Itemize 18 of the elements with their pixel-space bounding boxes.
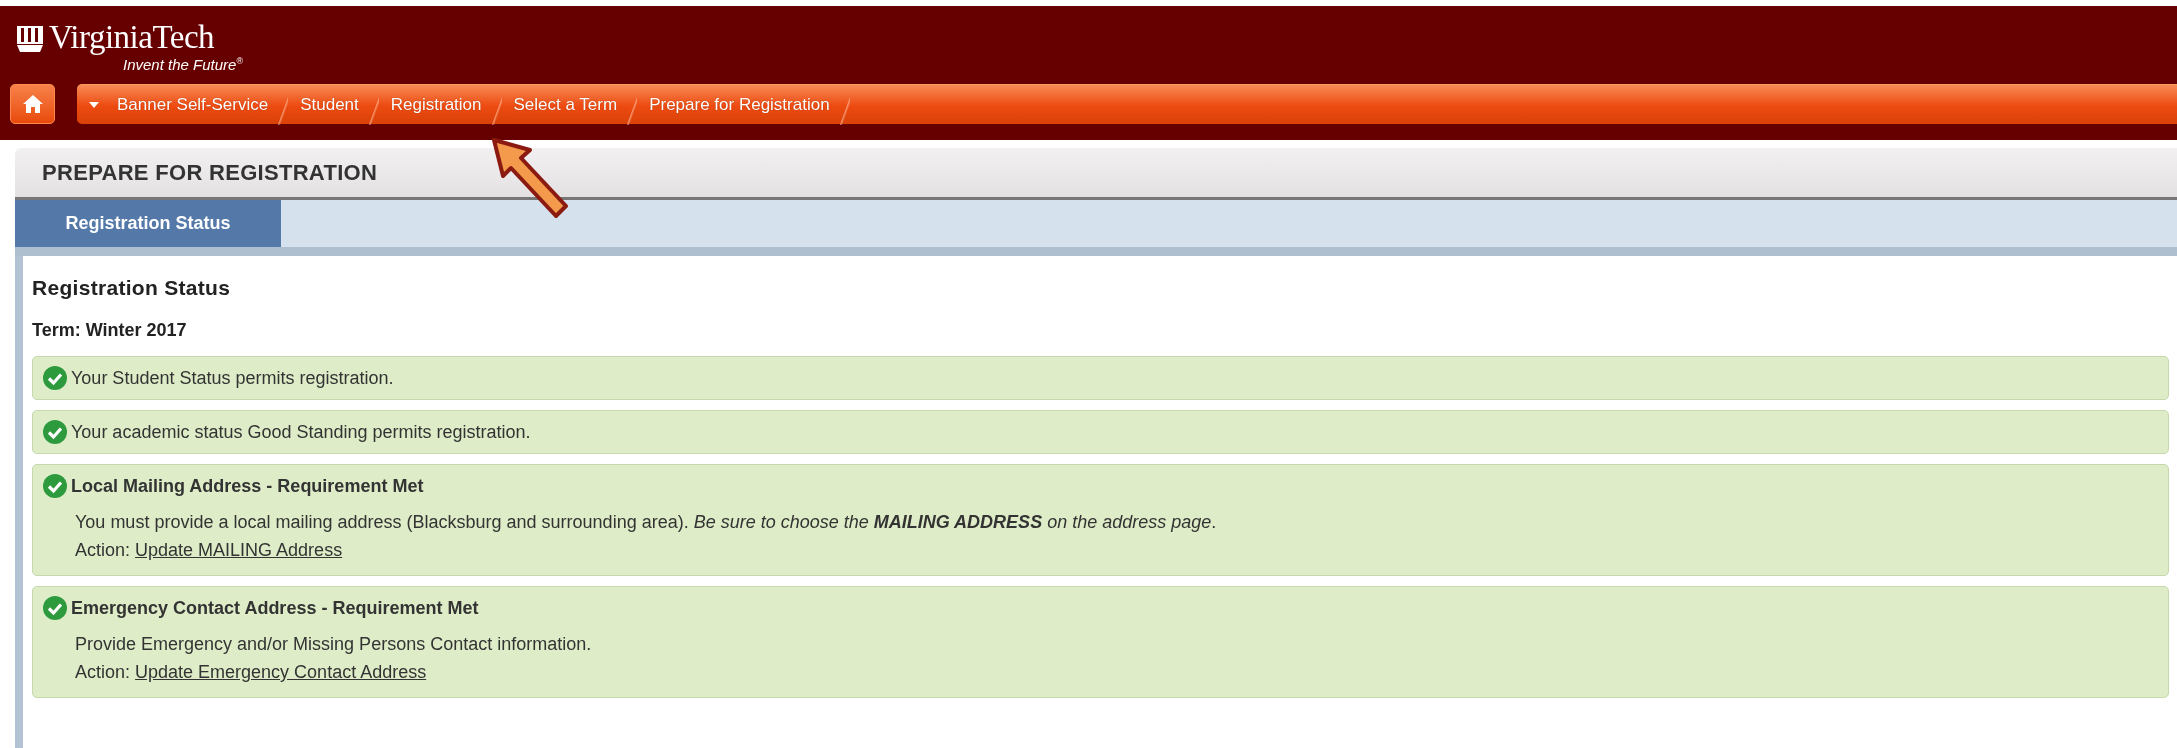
action-link[interactable]: Update MAILING Address — [135, 540, 343, 561]
section-heading: Registration Status — [32, 276, 232, 300]
status-message: Your Student Status permits registration. — [71, 367, 394, 389]
term-label: Term: Winter 2017 — [32, 320, 188, 341]
action-label: Action: — [75, 540, 131, 561]
logo: VirginiaTech Invent the Future$^{®}$ — [15, 20, 244, 72]
action-link[interactable]: Update Emergency Contact Address — [135, 662, 427, 683]
requirement-title: Local Mailing Address - Requirement Met — [71, 475, 424, 497]
tab[interactable]: Registration Status — [15, 200, 281, 247]
page-title: PREPARE FOR REGISTRATION — [42, 159, 378, 186]
home-icon — [21, 94, 44, 114]
requirement-description: You must provide a local mailing address (Blacksburg and surrounding area). Be sure to choose the MAILING ADDRESS on the address page. — [75, 512, 1218, 533]
requirement-description: Provide Emergency and/or Missing Persons Contact information. — [75, 634, 593, 655]
caret-icon[interactable] — [89, 101, 99, 108]
home-button[interactable] — [10, 84, 55, 124]
action-label: Action: — [75, 662, 131, 683]
requirement-title: Emergency Contact Address - Requirement Met — [71, 597, 479, 619]
status-message: Your academic status Good Standing permits registration. — [71, 421, 531, 443]
